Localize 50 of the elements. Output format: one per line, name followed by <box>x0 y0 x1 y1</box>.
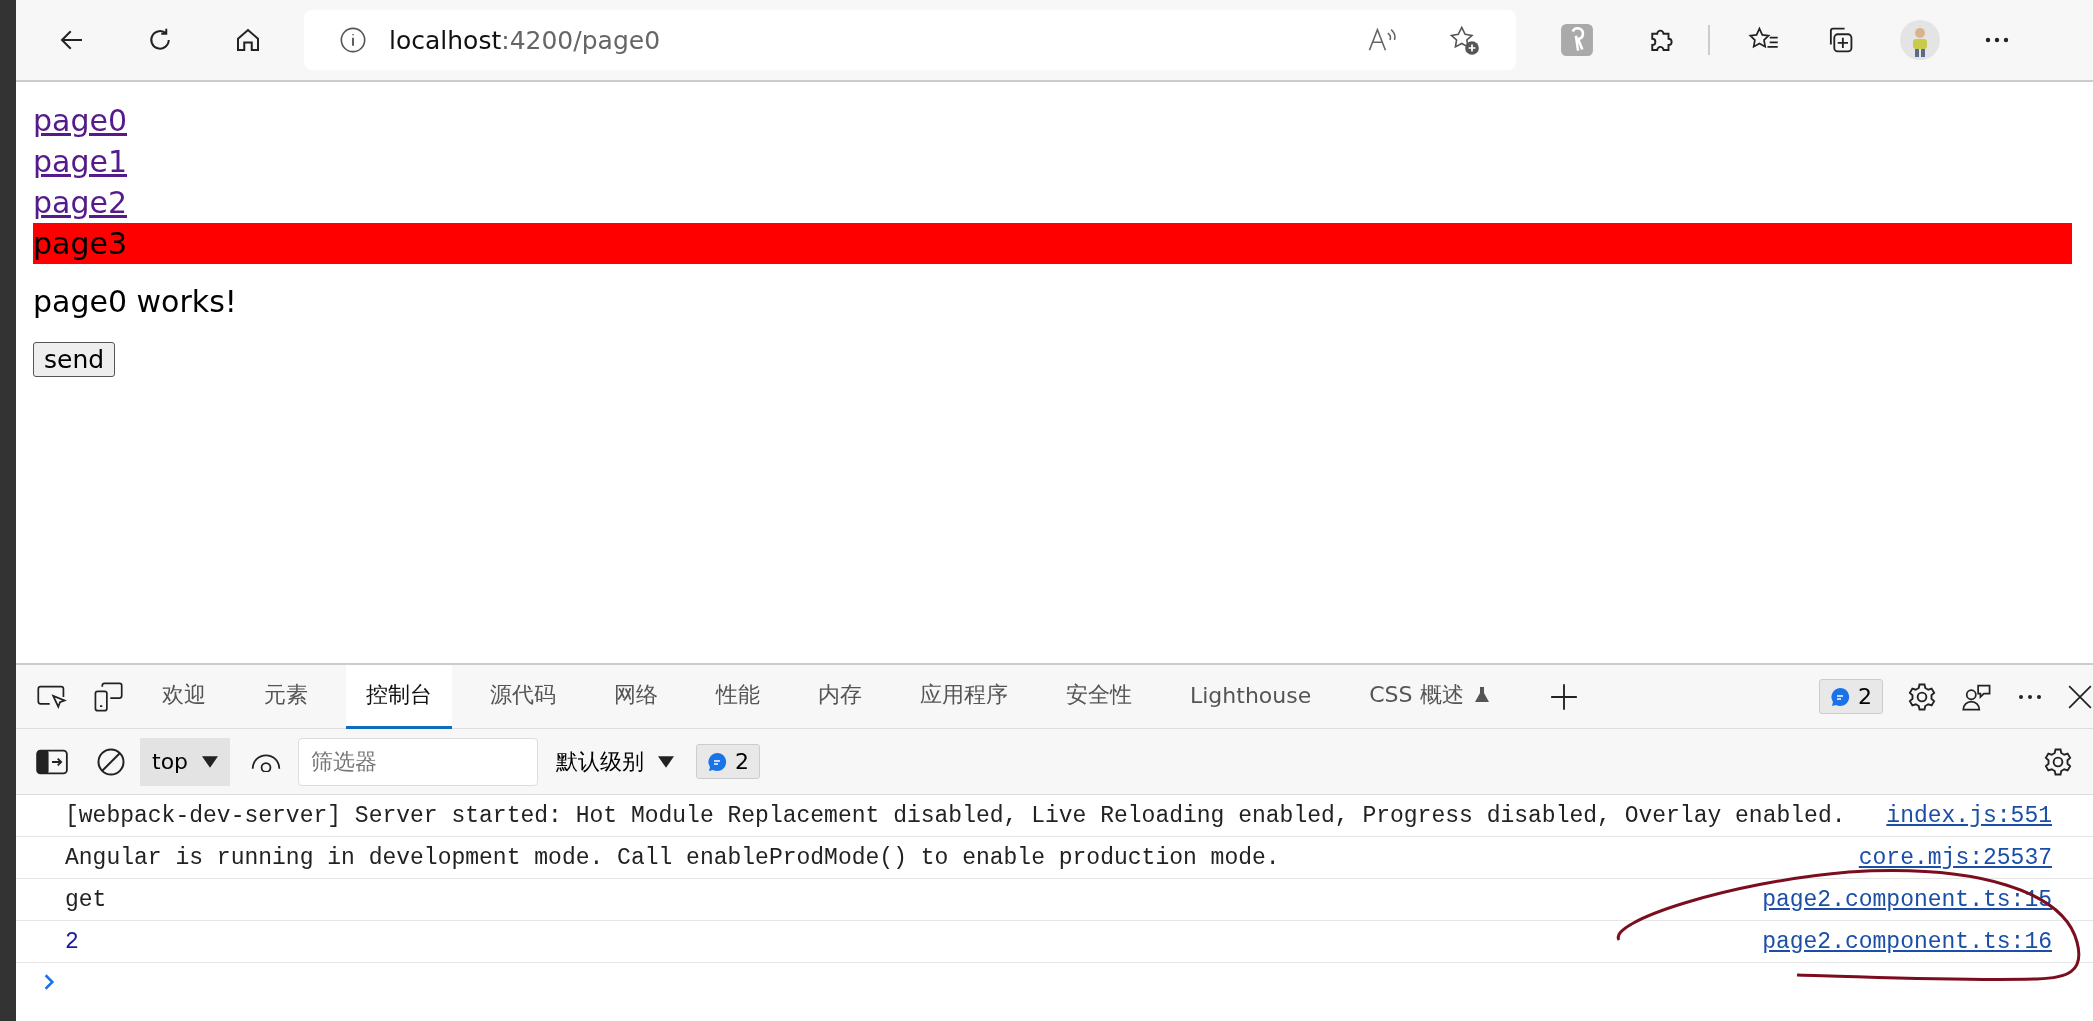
devtools-tab[interactable]: 源代码 <box>470 664 576 729</box>
devtools-tab[interactable]: 应用程序 <box>900 664 1028 729</box>
page-link[interactable]: page1 <box>33 144 127 179</box>
prompt-icon[interactable] <box>43 973 55 991</box>
profile-avatar-icon[interactable] <box>1900 20 1940 60</box>
caret-icon <box>202 755 219 768</box>
page-link[interactable]: page0 <box>33 103 127 138</box>
message-icon <box>1830 686 1850 707</box>
context-dropdown[interactable]: top <box>140 737 231 786</box>
message-count-badge[interactable]: 2 <box>696 744 761 779</box>
devtools-tab[interactable]: 性能 <box>696 664 780 729</box>
devtools-tab[interactable]: 内存 <box>798 664 882 729</box>
message-icon <box>707 751 728 772</box>
console-message: Angular is running in development mode. Call enableProdMode() to enable production mode. <box>65 844 1281 871</box>
source-link[interactable]: index.js:551 <box>1886 802 2052 829</box>
settings-icon[interactable] <box>2043 746 2073 777</box>
url-text: localhost:4200/page0 <box>389 25 661 55</box>
address-bar[interactable]: localhost:4200/page0 <box>304 10 1516 70</box>
console-message: get <box>65 886 108 913</box>
settings-icon[interactable] <box>1907 681 1937 712</box>
devtools-tab[interactable]: 控制台 <box>346 664 452 729</box>
more-icon[interactable] <box>2017 693 2043 700</box>
devtools-tab[interactable]: 元素 <box>244 664 328 729</box>
device-emulation-icon[interactable] <box>92 680 124 713</box>
info-icon[interactable] <box>339 26 367 54</box>
send-button[interactable]: send <box>33 342 116 377</box>
eye-icon[interactable] <box>250 751 283 772</box>
log-level-dropdown[interactable]: 默认级别 <box>550 745 681 778</box>
devtools-tab[interactable]: Lighthouse <box>1170 664 1332 729</box>
devtools-tab[interactable]: 欢迎 <box>142 664 226 729</box>
clear-console-icon[interactable] <box>96 746 126 777</box>
flask-icon <box>1473 686 1490 704</box>
devtools-tab[interactable]: 网络 <box>594 664 678 729</box>
caret-icon <box>658 755 675 768</box>
page-link[interactable]: page2 <box>33 185 127 220</box>
source-link[interactable]: core.mjs:25537 <box>1858 844 2052 871</box>
sidebar-toggle-icon[interactable] <box>36 748 68 775</box>
devtools-tab[interactable]: CSS 概述 <box>1349 664 1510 729</box>
console-message: [webpack-dev-server] Server started: Hot Module Replacement disabled, Live Reloading enabled, Progress disabled, Overlay enabled. <box>65 802 1847 829</box>
issues-badge[interactable]: 2 <box>1819 679 1883 714</box>
console-message: 2 <box>65 928 80 955</box>
devtools-tab[interactable]: 安全性 <box>1046 664 1152 729</box>
close-icon[interactable] <box>2067 683 2093 710</box>
page-link[interactable]: page3 <box>33 226 127 261</box>
source-link[interactable]: page2.component.ts:16 <box>1762 928 2052 955</box>
add-favorite-icon[interactable] <box>1448 24 1480 56</box>
add-tab-icon[interactable] <box>1549 682 1578 711</box>
more-icon[interactable] <box>1984 36 2010 44</box>
filter-field[interactable]: 筛选器 <box>298 737 539 786</box>
page-message: page0 works! <box>33 284 238 319</box>
